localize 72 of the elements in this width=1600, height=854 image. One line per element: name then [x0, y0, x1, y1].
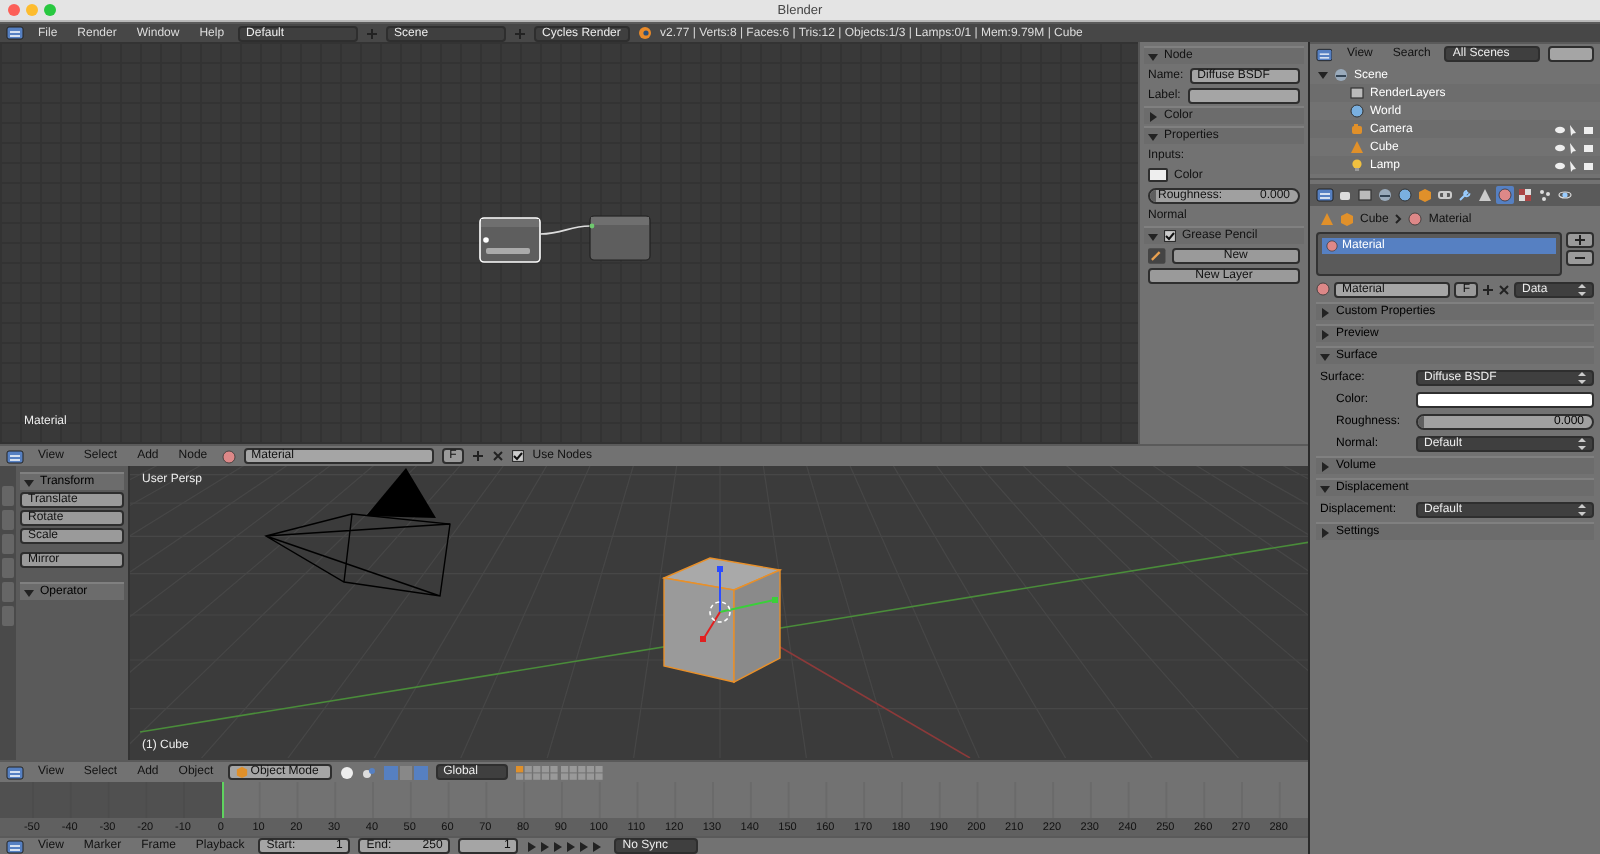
triangle-down-icon: [24, 477, 34, 487]
minus-icon: [1574, 252, 1586, 264]
editor-type-icon[interactable]: [1316, 188, 1334, 202]
scene-icon: [1334, 68, 1348, 82]
image-stack-icon: [1350, 86, 1364, 100]
search-field[interactable]: [1547, 46, 1594, 62]
chain-icon: [1438, 188, 1452, 202]
triangle-down-icon: [24, 587, 34, 597]
properties-tab[interactable]: [1556, 186, 1574, 204]
logo-icon: [638, 26, 653, 40]
plus-icon[interactable]: [1574, 234, 1586, 246]
editor-type-icon[interactable]: [6, 839, 24, 853]
properties-tab[interactable]: [1436, 186, 1454, 204]
cube-icon: [235, 766, 248, 778]
up-down-arrows-icon: [1578, 283, 1586, 295]
globe-icon: [1398, 188, 1412, 202]
scene-icon: [1378, 188, 1392, 202]
close-icon[interactable]: [1498, 283, 1510, 295]
sphere-icon: [1326, 240, 1338, 252]
properties-tab[interactable]: [1416, 186, 1434, 204]
visibility-toggles-icon[interactable]: [1554, 141, 1594, 153]
properties-tab[interactable]: [1496, 186, 1514, 204]
dots-icon: [1538, 188, 1552, 202]
triangle-icon: [1320, 212, 1334, 226]
visibility-toggles-icon[interactable]: [1554, 159, 1594, 171]
triangle-icon: [1478, 188, 1492, 202]
properties-tab[interactable]: [1376, 186, 1394, 204]
properties-tab[interactable]: [1476, 186, 1494, 204]
pivot-icon[interactable]: [361, 765, 376, 779]
chevron-icon: [1394, 214, 1403, 224]
editor-type-icon[interactable]: [1316, 47, 1333, 61]
globe-icon: [1350, 104, 1364, 118]
up-down-arrows-icon: [1578, 371, 1586, 383]
remove-slot-button[interactable]: [1566, 250, 1594, 266]
checkbox[interactable]: [1164, 230, 1176, 242]
plus-icon[interactable]: [1482, 283, 1494, 295]
checkbox[interactable]: [512, 450, 525, 462]
editor-type-icon[interactable]: [6, 26, 24, 40]
plus-icon[interactable]: [472, 450, 485, 462]
text-field[interactable]: [1188, 87, 1300, 103]
triangle-icon: [1350, 140, 1364, 154]
color-swatch[interactable]: [1148, 168, 1168, 182]
image-stack-icon: [1358, 188, 1372, 202]
cube-icon: [1418, 188, 1432, 202]
properties-tab[interactable]: [1356, 186, 1374, 204]
up-down-arrows-icon: [1578, 503, 1586, 515]
node-link: [539, 225, 591, 235]
bulb-icon: [1350, 158, 1364, 172]
shading-sphere-icon[interactable]: [339, 765, 354, 779]
checker-icon: [1518, 188, 1532, 202]
properties-tab[interactable]: [1516, 186, 1534, 204]
editor-type-icon[interactable]: [6, 449, 24, 463]
transform-gizmo-drawing: [700, 566, 778, 642]
cube-icon: [1340, 212, 1354, 226]
properties-tab[interactable]: [1396, 186, 1414, 204]
properties-tab[interactable]: [1456, 186, 1474, 204]
close-icon[interactable]: [492, 450, 505, 462]
shader-node[interactable]: [589, 215, 651, 261]
color-swatch[interactable]: [1416, 391, 1594, 407]
pencil-icon[interactable]: [1148, 247, 1166, 263]
cube-drawing: [661, 557, 783, 684]
sphere-icon: [1316, 282, 1330, 296]
up-down-arrows-icon: [1578, 437, 1586, 449]
orbit-icon: [1558, 188, 1572, 202]
sphere-icon: [1498, 188, 1512, 202]
wrench-icon: [1458, 188, 1472, 202]
close-window-button[interactable]: [8, 4, 20, 16]
visibility-toggles-icon[interactable]: [1554, 123, 1594, 135]
editor-type-icon[interactable]: [6, 765, 24, 779]
sphere-icon: [1408, 212, 1423, 226]
add-slot-button[interactable]: [1566, 232, 1594, 248]
properties-tab[interactable]: [1536, 186, 1554, 204]
